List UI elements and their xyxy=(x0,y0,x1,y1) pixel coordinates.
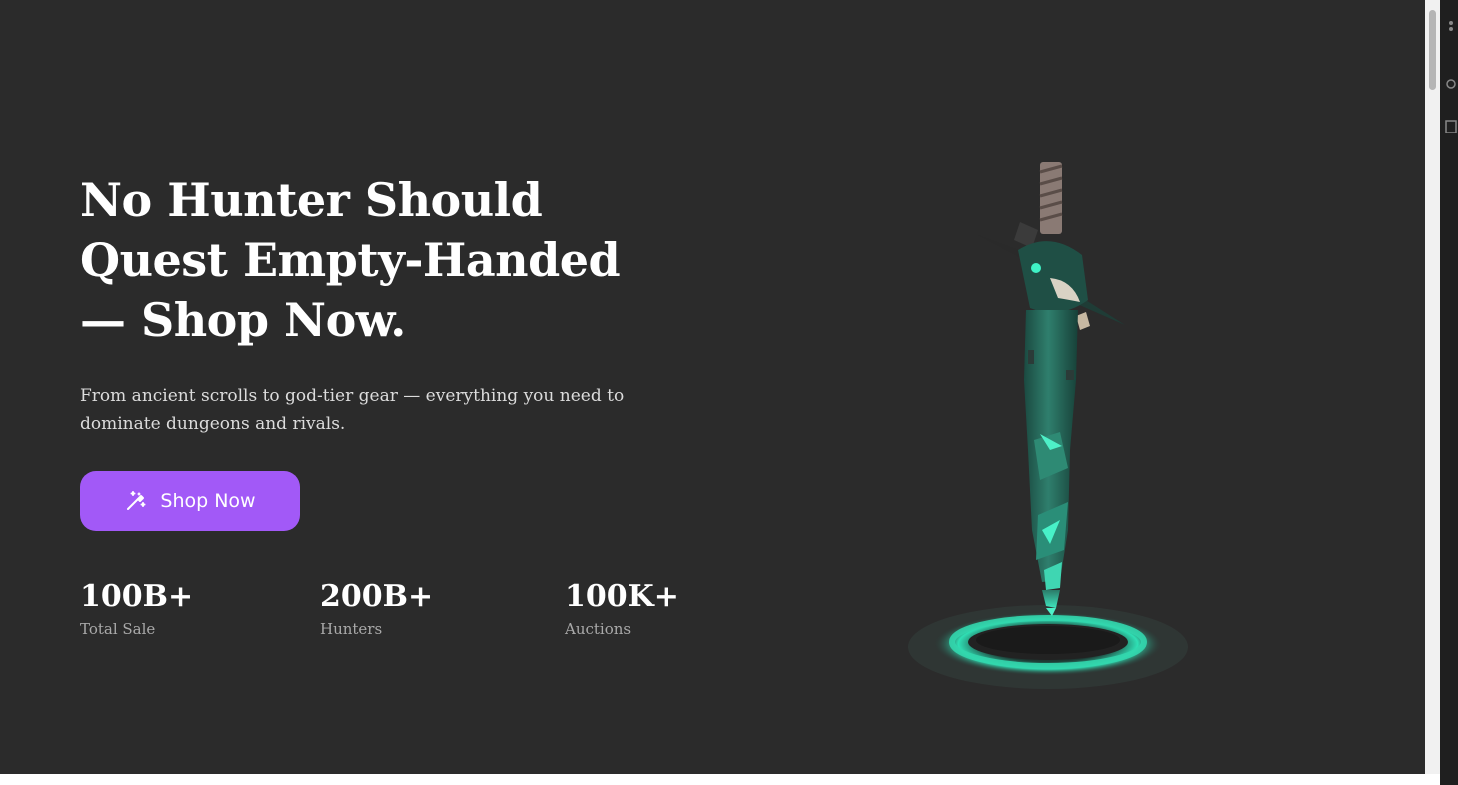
side-panel-strip xyxy=(1440,0,1458,785)
scrollbar-thumb[interactable] xyxy=(1429,10,1436,90)
magic-wand-icon xyxy=(124,489,148,513)
hero-sword-image xyxy=(900,150,1200,710)
hero-headline: No Hunter Should Quest Empty-Handed — Sh… xyxy=(80,173,621,347)
stat-value: 100K+ xyxy=(565,579,679,614)
bottom-band xyxy=(0,774,1440,785)
shop-now-button[interactable]: Shop Now xyxy=(80,471,300,531)
stat-label: Hunters xyxy=(320,620,383,638)
stat-value: 200B+ xyxy=(320,579,434,614)
side-bug-icon xyxy=(1444,76,1458,90)
side-dot-icon xyxy=(1444,18,1458,32)
stat-value: 100B+ xyxy=(80,579,194,614)
stat-label: Total Sale xyxy=(80,620,156,638)
stat-total-sale: 100B+ Total Sale xyxy=(80,578,193,640)
stat-auctions: 100K+ Auctions xyxy=(565,578,679,640)
hero-section: No Hunter Should Quest Empty-Handed — Sh… xyxy=(0,0,1425,774)
stat-hunters: 200B+ Hunters xyxy=(320,578,433,640)
page-scrollbar[interactable] xyxy=(1425,0,1440,774)
stat-label: Auctions xyxy=(565,620,632,638)
hero-subtext: From ancient scrolls to god-tier gear — … xyxy=(80,386,625,434)
shop-now-label: Shop Now xyxy=(160,490,256,512)
side-panel-icon xyxy=(1444,118,1458,134)
